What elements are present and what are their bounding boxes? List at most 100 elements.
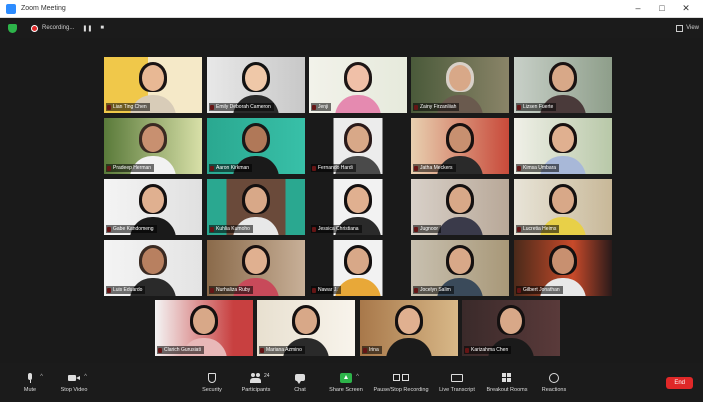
live-transcript-button[interactable]: Live Transcript <box>432 373 482 393</box>
participant-name: Lucretia Heims <box>516 225 560 233</box>
closed-caption-icon <box>451 373 463 383</box>
video-tile[interactable]: Irina <box>360 300 458 356</box>
chat-bubble-icon <box>294 373 306 384</box>
window-titlebar: Zoom Meeting – □ ✕ <box>0 0 703 18</box>
pause-stop-recording-label: Pause/Stop Recording <box>373 386 429 393</box>
pause-stop-recording-button[interactable]: Pause/Stop Recording <box>370 373 432 393</box>
maximize-button[interactable]: □ <box>655 3 669 14</box>
participant-name: Zainy Firzanliiah <box>413 103 460 111</box>
video-camera-icon: ^ <box>68 373 87 383</box>
reactions-label: Reactions <box>541 386 567 393</box>
participant-name: Clarich Gurusiati <box>157 346 204 354</box>
view-label: View <box>686 25 699 31</box>
video-tile[interactable]: Emily Deborah Cameron <box>207 57 305 113</box>
close-button[interactable]: ✕ <box>679 3 693 14</box>
participant-name: Gabe Kandomeng <box>106 225 157 233</box>
video-tile[interactable]: Nawar J. <box>309 240 407 296</box>
share-screen-button[interactable]: ^ Share Screen <box>322 372 370 393</box>
view-button[interactable]: View <box>676 24 699 32</box>
record-dot-icon <box>31 24 38 32</box>
video-tile[interactable]: Kimsa Umbara <box>514 118 612 174</box>
participant-name: Nurhaliza Ruby <box>209 286 254 294</box>
video-tile-active-speaker[interactable]: Nurhaliza Ruby <box>207 240 305 296</box>
participant-name: Kimsa Umbara <box>516 164 560 172</box>
pause-stop-icon <box>393 373 409 383</box>
participant-name: Jatha Meckers <box>413 164 456 172</box>
microphone-icon: ^ <box>24 372 43 383</box>
participants-count: 24 <box>264 372 270 379</box>
participant-name: Jugnoor <box>413 225 442 233</box>
participant-name: Mariana Azmino <box>259 346 305 354</box>
shield-icon <box>206 372 218 383</box>
chat-button[interactable]: Chat <box>278 373 322 393</box>
recording-label: Recording... <box>42 25 75 31</box>
people-icon: 24 <box>250 372 270 383</box>
participants-button[interactable]: 24 Participants <box>234 372 278 393</box>
window-title: Zoom Meeting <box>21 5 66 12</box>
participant-name: Kuhlia Kumoho <box>209 225 253 233</box>
participant-name: Karizahma Chen <box>464 346 512 354</box>
video-tile[interactable]: Kuhlia Kumoho <box>207 179 305 235</box>
recording-indicator: Recording... ❚❚ ■ <box>31 24 104 32</box>
zoom-app-icon <box>6 3 16 14</box>
participant-name: Jocelyn Salim <box>413 286 454 294</box>
video-tile[interactable]: Mariana Azmino <box>257 300 355 356</box>
chevron-up-icon[interactable]: ^ <box>40 374 43 380</box>
participant-name: Irina <box>362 346 382 354</box>
video-tile[interactable]: Gabe Kandomeng <box>104 179 202 235</box>
meeting-topbar: Recording... ❚❚ ■ View <box>0 18 703 38</box>
stop-recording-icon[interactable]: ■ <box>100 25 104 31</box>
minimize-button[interactable]: – <box>631 3 645 14</box>
video-tile[interactable]: Jenji <box>309 57 407 113</box>
video-tile[interactable]: Gilbert Jonathan <box>514 240 612 296</box>
share-screen-label: Share Screen <box>329 386 363 393</box>
video-tile[interactable]: Clarich Gurusiati <box>155 300 253 356</box>
reactions-button[interactable]: Reactions <box>532 372 576 393</box>
video-tile[interactable]: Pradeep Herman <box>104 118 202 174</box>
participant-name: Pradeep Herman <box>106 164 155 172</box>
video-tile[interactable]: Aaron Kirkman <box>207 118 305 174</box>
video-tile[interactable]: Karizahma Chen <box>462 300 560 356</box>
share-screen-icon: ^ <box>340 372 359 383</box>
participant-name: Fernando Hardi <box>311 164 356 172</box>
participant-name: Lian Ting Chen <box>106 103 150 111</box>
video-tile[interactable]: Jessica Christiana <box>309 179 407 235</box>
smiley-icon <box>548 372 560 383</box>
participant-name: Jessica Christiana <box>311 225 362 233</box>
chat-label: Chat <box>294 386 306 393</box>
video-tile[interactable]: Fernando Hardi <box>309 118 407 174</box>
video-tile[interactable]: Lucretia Heims <box>514 179 612 235</box>
video-tile[interactable]: Jugnoor <box>411 179 509 235</box>
video-tile[interactable]: Lian Ting Chen <box>104 57 202 113</box>
participant-name: Luis Eduardo <box>106 286 146 294</box>
stop-video-button[interactable]: ^ Stop Video <box>52 373 96 393</box>
live-transcript-label: Live Transcript <box>439 386 475 393</box>
mute-label: Mute <box>23 386 37 393</box>
mute-button[interactable]: ^ Mute <box>8 372 52 393</box>
stop-video-label: Stop Video <box>60 386 88 393</box>
breakout-rooms-icon <box>501 372 513 383</box>
security-label: Security <box>202 386 222 393</box>
participants-label: Participants <box>241 386 271 393</box>
security-button[interactable]: Security <box>190 372 234 393</box>
participant-name: Nawar J. <box>311 286 341 294</box>
participant-name: Lizsen Fuerte <box>516 103 557 111</box>
video-tile[interactable]: Luis Eduardo <box>104 240 202 296</box>
window-controls: – □ ✕ <box>631 3 693 14</box>
chevron-up-icon[interactable]: ^ <box>356 374 359 380</box>
end-meeting-button[interactable]: End <box>666 376 693 389</box>
pause-recording-icon[interactable]: ❚❚ <box>82 25 92 32</box>
video-gallery: Lian Ting Chen Emily Deborah Cameron Jen… <box>0 38 703 363</box>
meeting-toolbar: ^ Mute ^ Stop Video Security 24 Particip… <box>0 363 703 402</box>
participant-name: Aaron Kirkman <box>209 164 253 172</box>
breakout-rooms-button[interactable]: Breakout Rooms <box>482 372 532 393</box>
chevron-up-icon[interactable]: ^ <box>84 374 87 380</box>
grid-view-icon <box>676 24 684 32</box>
shield-icon[interactable] <box>8 23 17 33</box>
participant-name: Jenji <box>311 103 332 111</box>
video-tile[interactable]: Zainy Firzanliiah <box>411 57 509 113</box>
video-tile[interactable]: Jocelyn Salim <box>411 240 509 296</box>
video-tile[interactable]: Jatha Meckers <box>411 118 509 174</box>
video-tile[interactable]: Lizsen Fuerte <box>514 57 612 113</box>
participant-name: Emily Deborah Cameron <box>209 103 274 111</box>
